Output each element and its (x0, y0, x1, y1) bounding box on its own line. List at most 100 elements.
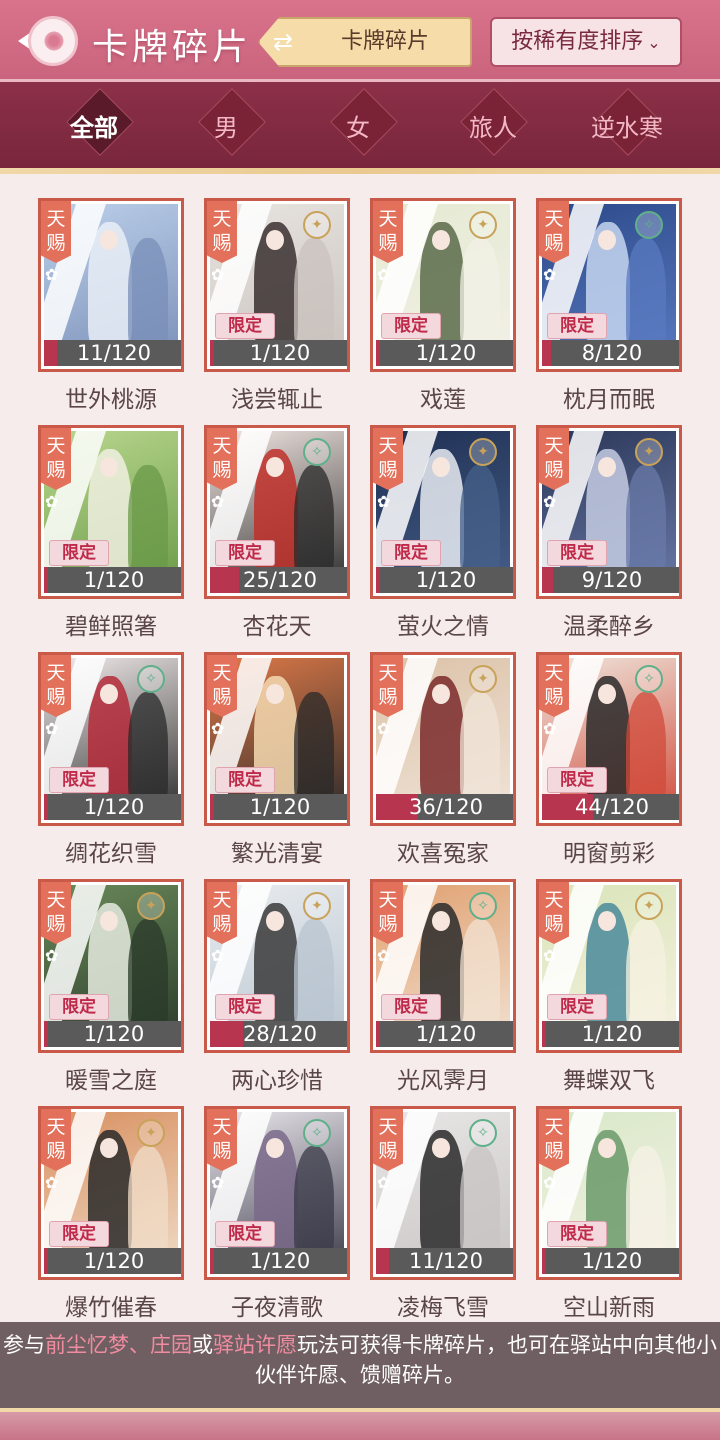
card-frame: 天赐 ✿ ✧ 限定 25/120 (204, 425, 350, 599)
card-item[interactable]: 天赐 ✿ ✦ 限定 9/120 温柔醉乡 (536, 425, 682, 640)
blossom-icon: ✿ (543, 946, 557, 965)
green-emblem-icon: ✧ (303, 1119, 331, 1147)
card-name: 暖雪之庭 (65, 1068, 157, 1094)
card-item[interactable]: 天赐 ✿ ✦ 36/120 欢喜冤家 (370, 652, 516, 867)
blossom-icon: ✿ (45, 1173, 59, 1192)
card-item[interactable]: 天赐 ✿ ✧ 限定 25/120 杏花天 (204, 425, 350, 640)
tip-link-source2[interactable]: 庄园 (150, 1333, 192, 1357)
tip-link-source1[interactable]: 前尘忆梦 (45, 1333, 129, 1357)
card-item[interactable]: 天赐 ✿ ✦ 限定 1/120 暖雪之庭 (38, 879, 184, 1094)
blossom-icon: ✿ (543, 265, 557, 284)
card-item[interactable]: 天赐 ✿ ✦ 限定 28/120 两心珍惜 (204, 879, 350, 1094)
fragment-progress: 1/120 (376, 340, 513, 366)
tip-link-source3[interactable]: 驿站许愿 (213, 1333, 297, 1357)
card-frame: 天赐 ✿ ✦ 限定 28/120 (204, 879, 350, 1053)
face-shape (598, 684, 616, 704)
tab-all[interactable]: 全部 (54, 88, 134, 156)
card-item[interactable]: 天赐 ✿ ✧ 限定 44/120 明窗剪彩 (536, 652, 682, 867)
blossom-icon: ✿ (211, 1173, 225, 1192)
fragment-count: 1/120 (415, 568, 477, 592)
tab-label: 男 (214, 114, 238, 142)
tip-sep2: 或 (192, 1333, 213, 1357)
limited-badge: 限定 (547, 994, 607, 1020)
card-item[interactable]: 天赐 ✿ ✧ 限定 1/120 绸花织雪 (38, 652, 184, 867)
fragment-progress: 1/120 (376, 567, 513, 593)
tab-label: 旅人 (469, 114, 517, 142)
tab-female[interactable]: 女 (318, 88, 398, 156)
card-name: 世外桃源 (65, 387, 157, 413)
card-name: 戏莲 (420, 387, 466, 413)
card-item[interactable]: 天赐 ✿ ✦ 限定 1/120 爆竹催春 (38, 1106, 184, 1321)
card-name: 繁光清宴 (231, 841, 323, 867)
blossom-icon: ✿ (377, 265, 391, 284)
card-item[interactable]: 天赐 ✿ ✧ 限定 1/120 光风霁月 (370, 879, 516, 1094)
tab-male[interactable]: 男 (186, 88, 266, 156)
figure-shape (626, 238, 666, 354)
figure-shape (460, 1146, 500, 1262)
tianci-tag: 天赐 (373, 655, 403, 717)
face-shape (100, 684, 118, 704)
fragment-count: 36/120 (409, 795, 483, 819)
chevron-down-icon: ⌄ (647, 33, 661, 52)
tab-nishuihan[interactable]: 逆水寒 (572, 88, 682, 156)
face-shape (100, 230, 118, 250)
fragment-progress: 44/120 (542, 794, 679, 820)
tianci-tag: 天赐 (373, 882, 403, 944)
limited-badge: 限定 (547, 540, 607, 566)
card-name: 光风霁月 (397, 1068, 489, 1094)
figure-shape (460, 465, 500, 581)
fragment-count: 1/120 (83, 1022, 145, 1046)
card-item[interactable]: 天赐 ✿ ✧ 11/120 凌梅飞雪 (370, 1106, 516, 1321)
figure-shape (626, 919, 666, 1035)
fragment-progress: 9/120 (542, 567, 679, 593)
tianci-tag: 天赐 (539, 1109, 569, 1171)
card-frame: 天赐 ✿ ✧ 限定 44/120 (536, 652, 682, 826)
card-name: 欢喜冤家 (397, 841, 489, 867)
card-item[interactable]: 天赐 ✿ 限定 1/120 繁光清宴 (204, 652, 350, 867)
tianci-tag: 天赐 (207, 655, 237, 717)
card-item[interactable]: 天赐 ✿ ✧ 限定 1/120 子夜清歌 (204, 1106, 350, 1321)
green-emblem-icon: ✧ (469, 1119, 497, 1147)
card-item[interactable]: 天赐 ✿ ✧ 限定 8/120 枕月而眠 (536, 198, 682, 413)
tianci-tag: 天赐 (373, 1109, 403, 1171)
blossom-icon: ✿ (211, 946, 225, 965)
card-item[interactable]: 天赐 ✿ 11/120 世外桃源 (38, 198, 184, 413)
green-emblem-icon: ✧ (469, 892, 497, 920)
fragment-count: 1/120 (83, 795, 145, 819)
card-item[interactable]: 天赐 ✿ ✦ 限定 1/120 浅尝辄止 (204, 198, 350, 413)
blossom-icon: ✿ (45, 719, 59, 738)
figure-shape (294, 919, 334, 1035)
fragment-progress: 1/120 (210, 794, 347, 820)
card-item[interactable]: 天赐 ✿ ✦ 限定 1/120 戏莲 (370, 198, 516, 413)
card-item[interactable]: 天赐 ✿ ✦ 限定 1/120 舞蝶双飞 (536, 879, 682, 1094)
fragment-progress: 25/120 (210, 567, 347, 593)
tianci-tag: 天赐 (207, 882, 237, 944)
blossom-icon: ✿ (377, 492, 391, 511)
card-item[interactable]: 天赐 ✿ 限定 1/120 碧鲜照箸 (38, 425, 184, 640)
card-name: 两心珍惜 (231, 1068, 323, 1094)
face-shape (598, 457, 616, 477)
limited-badge: 限定 (547, 1221, 607, 1247)
limited-badge: 限定 (215, 313, 275, 339)
card-frame: 天赐 ✿ ✧ 限定 1/120 (38, 652, 184, 826)
card-item[interactable]: 天赐 ✿ ✦ 限定 1/120 萤火之情 (370, 425, 516, 640)
figure-shape (294, 238, 334, 354)
bottom-decoration (0, 1408, 720, 1440)
blossom-icon: ✿ (45, 265, 59, 284)
tip-sep1: 、 (129, 1333, 150, 1357)
card-item[interactable]: 天赐 ✿ 限定 1/120 空山新雨 (536, 1106, 682, 1321)
fragment-progress: 28/120 (210, 1021, 347, 1047)
card-grid-scroll[interactable]: 天赐 ✿ 11/120 世外桃源 天赐 ✿ ✦ 限定 1/120 浅尝辄止 天赐 ✿ ✦ 限定 1/120 戏… (0, 174, 720, 1324)
tab-traveler[interactable]: 旅人 (438, 88, 548, 156)
card-frame: 天赐 ✿ ✦ 限定 1/120 (370, 425, 516, 599)
green-emblem-icon: ✧ (635, 665, 663, 693)
fragment-count: 1/120 (83, 1249, 145, 1273)
back-button[interactable] (18, 16, 78, 68)
card-frame: 天赐 ✿ 限定 1/120 (536, 1106, 682, 1280)
face-shape (266, 457, 284, 477)
card-frame: 天赐 ✿ 限定 1/120 (204, 652, 350, 826)
card-frame: 天赐 ✿ 11/120 (38, 198, 184, 372)
info-tip: 参与前尘忆梦、庄园或驿站许愿玩法可获得卡牌碎片，也可在驿站中向其他小伙伴许愿、馈… (0, 1322, 720, 1408)
sort-dropdown[interactable]: 按稀有度排序 ⌄ (490, 17, 682, 67)
card-name: 萤火之情 (397, 614, 489, 640)
